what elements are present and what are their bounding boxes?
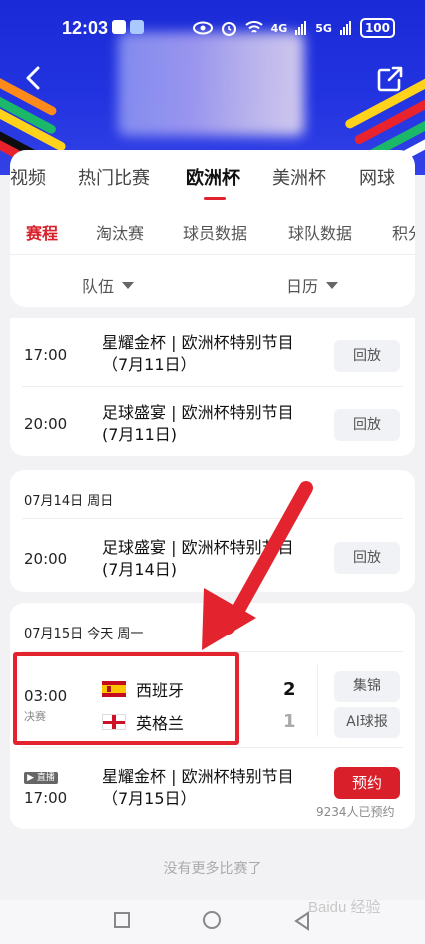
subtab-team-stats[interactable]: 球队数据 xyxy=(288,220,352,244)
calendar-filter[interactable]: 日历 xyxy=(286,273,339,297)
eye-icon xyxy=(192,21,213,35)
chat-icon xyxy=(130,20,144,34)
replay-button[interactable]: 回放 xyxy=(334,542,400,574)
program-time: 20:00 xyxy=(24,415,68,433)
signal-4g: 4G xyxy=(270,21,288,35)
subtab-player-stats[interactable]: 球员数据 xyxy=(183,220,247,244)
tab-video[interactable]: 视频 xyxy=(10,164,46,190)
program-time: 17:00 xyxy=(24,789,68,807)
program-time: 20:00 xyxy=(24,550,68,568)
team-filter[interactable]: 队伍 xyxy=(82,273,135,297)
tab-euro-cup[interactable]: 欧洲杯 xyxy=(186,164,240,190)
program-time: 17:00 xyxy=(24,346,68,364)
team-filter-label: 队伍 xyxy=(82,277,115,296)
date-header: 07月15日 今天 周一 xyxy=(24,627,144,642)
filter-bar: 队伍 日历 xyxy=(10,254,415,302)
program-row[interactable]: 20:00 足球盛宴 | 欧洲杯特别节目(7月11日) 回放 xyxy=(10,386,415,456)
program-title: 足球盛宴 | 欧洲杯特别节目(7月11日) xyxy=(102,403,294,444)
battery-indicator: 100 xyxy=(359,18,395,38)
main-tab-bar: 视频 热门比赛 欧洲杯 美洲杯 网球 xyxy=(10,150,415,204)
highlights-button[interactable]: 集锦 xyxy=(334,671,400,702)
tab-copa-america[interactable]: 美洲杯 xyxy=(272,164,326,190)
reserved-count: 9234人已预约 xyxy=(316,805,395,819)
arrow-annotation-icon xyxy=(202,481,313,650)
program-title: 星耀金杯 | 欧洲杯特别节目（7月11日） xyxy=(102,333,294,374)
subtab-knockout[interactable]: 淘汰赛 xyxy=(96,220,144,244)
notification-icons xyxy=(112,20,144,34)
dropdown-caret-icon xyxy=(326,281,339,289)
calendar-filter-label: 日历 xyxy=(286,277,319,296)
share-icon[interactable] xyxy=(375,64,405,94)
schedule-card-jul11: 17:00 星耀金杯 | 欧洲杯特别节目（7月11日） 回放 20:00 足球盛… xyxy=(10,318,415,456)
date-header: 07月14日 周日 xyxy=(24,494,114,509)
program-title: 星耀金杯 | 欧洲杯特别节目（7月15日） xyxy=(102,767,294,808)
tab-hot-matches[interactable]: 热门比赛 xyxy=(78,164,150,190)
live-tag: ▶ 直播 xyxy=(24,772,58,784)
status-bar: 12:03 4G 5G 100 xyxy=(0,0,425,56)
subtab-standings[interactable]: 积分 xyxy=(392,220,415,244)
away-score: 1 xyxy=(283,711,296,732)
recents-icon[interactable] xyxy=(114,912,130,928)
home-score: 2 xyxy=(283,679,296,700)
status-right-icons: 4G 5G 100 xyxy=(192,18,395,38)
dropdown-caret-icon xyxy=(122,281,135,289)
mail-icon xyxy=(112,20,126,34)
signal-bars-icon xyxy=(295,21,307,35)
program-row[interactable]: 17:00 星耀金杯 | 欧洲杯特别节目（7月11日） 回放 xyxy=(10,318,415,386)
ai-report-button[interactable]: AI球报 xyxy=(334,707,400,738)
header-banner: 12:03 4G 5G 100 xyxy=(0,0,425,175)
sub-tab-bar: 赛程 淘汰赛 球员数据 球队数据 积分 xyxy=(10,206,415,250)
reserve-button[interactable]: 预约 xyxy=(334,767,400,799)
baidu-watermark: Baidu 经验 xyxy=(308,899,381,916)
divider xyxy=(317,665,318,737)
signal-bars-icon xyxy=(339,21,351,35)
signal-5g: 5G xyxy=(315,21,332,35)
home-icon[interactable] xyxy=(203,911,221,929)
back-arrow-icon[interactable] xyxy=(18,62,50,94)
highlight-box xyxy=(13,652,239,745)
active-tab-indicator xyxy=(204,197,226,200)
alarm-icon xyxy=(221,22,236,36)
tabs-card: 视频 热门比赛 欧洲杯 美洲杯 网球 赛程 淘汰赛 球员数据 球队数据 积分 队… xyxy=(10,150,415,307)
no-more-matches: 没有更多比赛了 xyxy=(163,861,262,877)
live-tag-label: 直播 xyxy=(36,773,55,783)
status-time: 12:03 xyxy=(62,18,109,38)
subtab-schedule[interactable]: 赛程 xyxy=(26,220,58,244)
wifi-icon xyxy=(244,21,263,33)
replay-button[interactable]: 回放 xyxy=(334,409,400,441)
replay-button[interactable]: 回放 xyxy=(334,340,400,372)
program-row[interactable]: ▶ 直播 17:00 星耀金杯 | 欧洲杯特别节目（7月15日） 预约 9234… xyxy=(10,747,415,829)
tab-tennis[interactable]: 网球 xyxy=(359,164,395,190)
